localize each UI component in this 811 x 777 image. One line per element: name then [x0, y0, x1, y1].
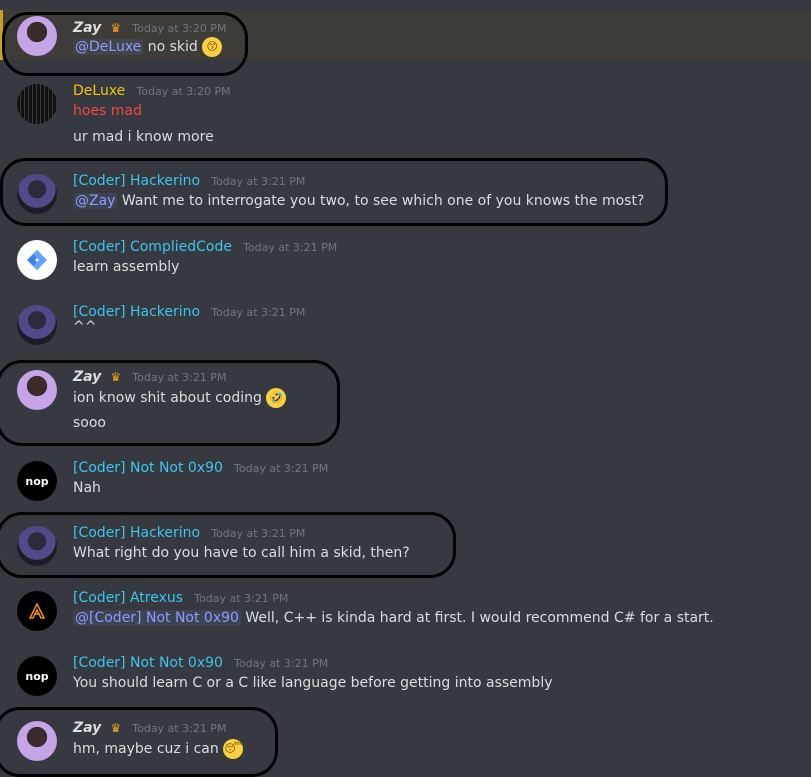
- atrexus-logo-icon: [29, 603, 45, 619]
- timestamp[interactable]: Today at 3:21 PM: [211, 306, 305, 319]
- message-content: hm, maybe cuz i can 😴: [73, 739, 244, 759]
- compiled-code-logo-icon: [27, 250, 47, 270]
- chat-message-list: Zay ♛ Today at 3:20 PM @DeLuxe no skid 😙…: [0, 0, 811, 777]
- avatar-notnot[interactable]: nop: [17, 656, 57, 696]
- timestamp[interactable]: Today at 3:20 PM: [136, 85, 230, 98]
- timestamp[interactable]: Today at 3:21 PM: [211, 175, 305, 188]
- username-zay[interactable]: Zay: [73, 20, 101, 36]
- message-line: learn assembly: [73, 259, 180, 275]
- message-zay-1[interactable]: Zay ♛ Today at 3:20 PM @DeLuxe no skid 😙: [0, 10, 811, 60]
- timestamp[interactable]: Today at 3:20 PM: [132, 22, 226, 35]
- message-line: What right do you have to call him a ski…: [73, 545, 410, 561]
- username-compliedcode[interactable]: [Coder] CompliedCode: [73, 239, 232, 255]
- avatar-hackerino[interactable]: [17, 526, 57, 566]
- username-notnot[interactable]: [Coder] Not Not 0x90: [73, 655, 223, 671]
- timestamp[interactable]: Today at 3:21 PM: [243, 241, 337, 254]
- message-content: ion know shit about coding 🤣: [73, 388, 287, 408]
- message-hackerino-2[interactable]: [Coder] Hackerino Today at 3:21 PM ^^: [0, 301, 811, 351]
- message-line: hoes mad: [73, 103, 142, 119]
- crown-icon: ♛: [110, 21, 122, 35]
- timestamp[interactable]: Today at 3:21 PM: [234, 657, 328, 670]
- message-zay-2[interactable]: Zay ♛ Today at 3:21 PM ion know shit abo…: [0, 366, 811, 441]
- avatar-compliedcode[interactable]: [17, 240, 57, 280]
- rofl-emoji: 🤣: [266, 388, 287, 408]
- avatar-atrexus[interactable]: [17, 591, 57, 631]
- avatar-zay[interactable]: [17, 721, 57, 761]
- timestamp[interactable]: Today at 3:21 PM: [211, 527, 305, 540]
- username-notnot[interactable]: [Coder] Not Not 0x90: [73, 460, 223, 476]
- avatar-hackerino[interactable]: [17, 174, 57, 214]
- timestamp[interactable]: Today at 3:21 PM: [234, 462, 328, 475]
- message-line: ur mad i know more: [73, 129, 214, 145]
- username-hackerino[interactable]: [Coder] Hackerino: [73, 304, 200, 320]
- message-hackerino-1[interactable]: [Coder] Hackerino Today at 3:21 PM @Zay …: [0, 170, 811, 220]
- message-hackerino-3[interactable]: [Coder] Hackerino Today at 3:21 PM What …: [0, 522, 811, 572]
- message-content: @Zay Want me to interrogate you two, to …: [73, 193, 645, 209]
- username-atrexus[interactable]: [Coder] Atrexus: [73, 590, 183, 606]
- message-compliedcode[interactable]: [Coder] CompliedCode Today at 3:21 PM le…: [0, 236, 811, 286]
- message-atrexus[interactable]: [Coder] Atrexus Today at 3:21 PM @[Coder…: [0, 587, 811, 637]
- mention-deluxe[interactable]: @DeLuxe: [73, 39, 144, 55]
- message-line: Nah: [73, 480, 101, 496]
- avatar-deluxe[interactable]: [17, 84, 57, 124]
- avatar-hackerino[interactable]: [17, 305, 57, 345]
- kissing-face-emoji: 😙: [202, 37, 223, 57]
- avatar-notnot[interactable]: nop: [17, 461, 57, 501]
- message-content: @DeLuxe no skid 😙: [73, 37, 223, 57]
- message-deluxe[interactable]: DeLuxe Today at 3:20 PM hoes mad ur mad …: [0, 80, 811, 150]
- message-notnot-1[interactable]: nop [Coder] Not Not 0x90 Today at 3:21 P…: [0, 457, 811, 507]
- message-notnot-2[interactable]: nop [Coder] Not Not 0x90 Today at 3:21 P…: [0, 652, 811, 702]
- mention-zay[interactable]: @Zay: [73, 193, 118, 209]
- username-zay[interactable]: Zay: [73, 369, 101, 385]
- username-zay[interactable]: Zay: [73, 720, 101, 736]
- username-hackerino[interactable]: [Coder] Hackerino: [73, 173, 200, 189]
- username-deluxe[interactable]: DeLuxe: [73, 83, 125, 99]
- message-line: ^^: [73, 319, 97, 335]
- crown-icon: ♛: [110, 370, 122, 384]
- message-line: You should learn C or a C like language …: [73, 675, 553, 691]
- avatar-zay[interactable]: [17, 16, 57, 56]
- sleepy-face-emoji: 😴: [223, 739, 244, 759]
- username-hackerino[interactable]: [Coder] Hackerino: [73, 525, 200, 541]
- message-zay-3[interactable]: Zay ♛ Today at 3:21 PM hm, maybe cuz i c…: [0, 717, 811, 772]
- timestamp[interactable]: Today at 3:21 PM: [132, 371, 226, 384]
- crown-icon: ♛: [110, 721, 122, 735]
- message-content: @[Coder] Not Not 0x90 Well, C++ is kinda…: [73, 610, 714, 626]
- avatar-zay[interactable]: [17, 370, 57, 410]
- timestamp[interactable]: Today at 3:21 PM: [132, 722, 226, 735]
- timestamp[interactable]: Today at 3:21 PM: [194, 592, 288, 605]
- mention-notnot[interactable]: @[Coder] Not Not 0x90: [73, 610, 241, 626]
- message-line: sooo: [73, 415, 106, 431]
